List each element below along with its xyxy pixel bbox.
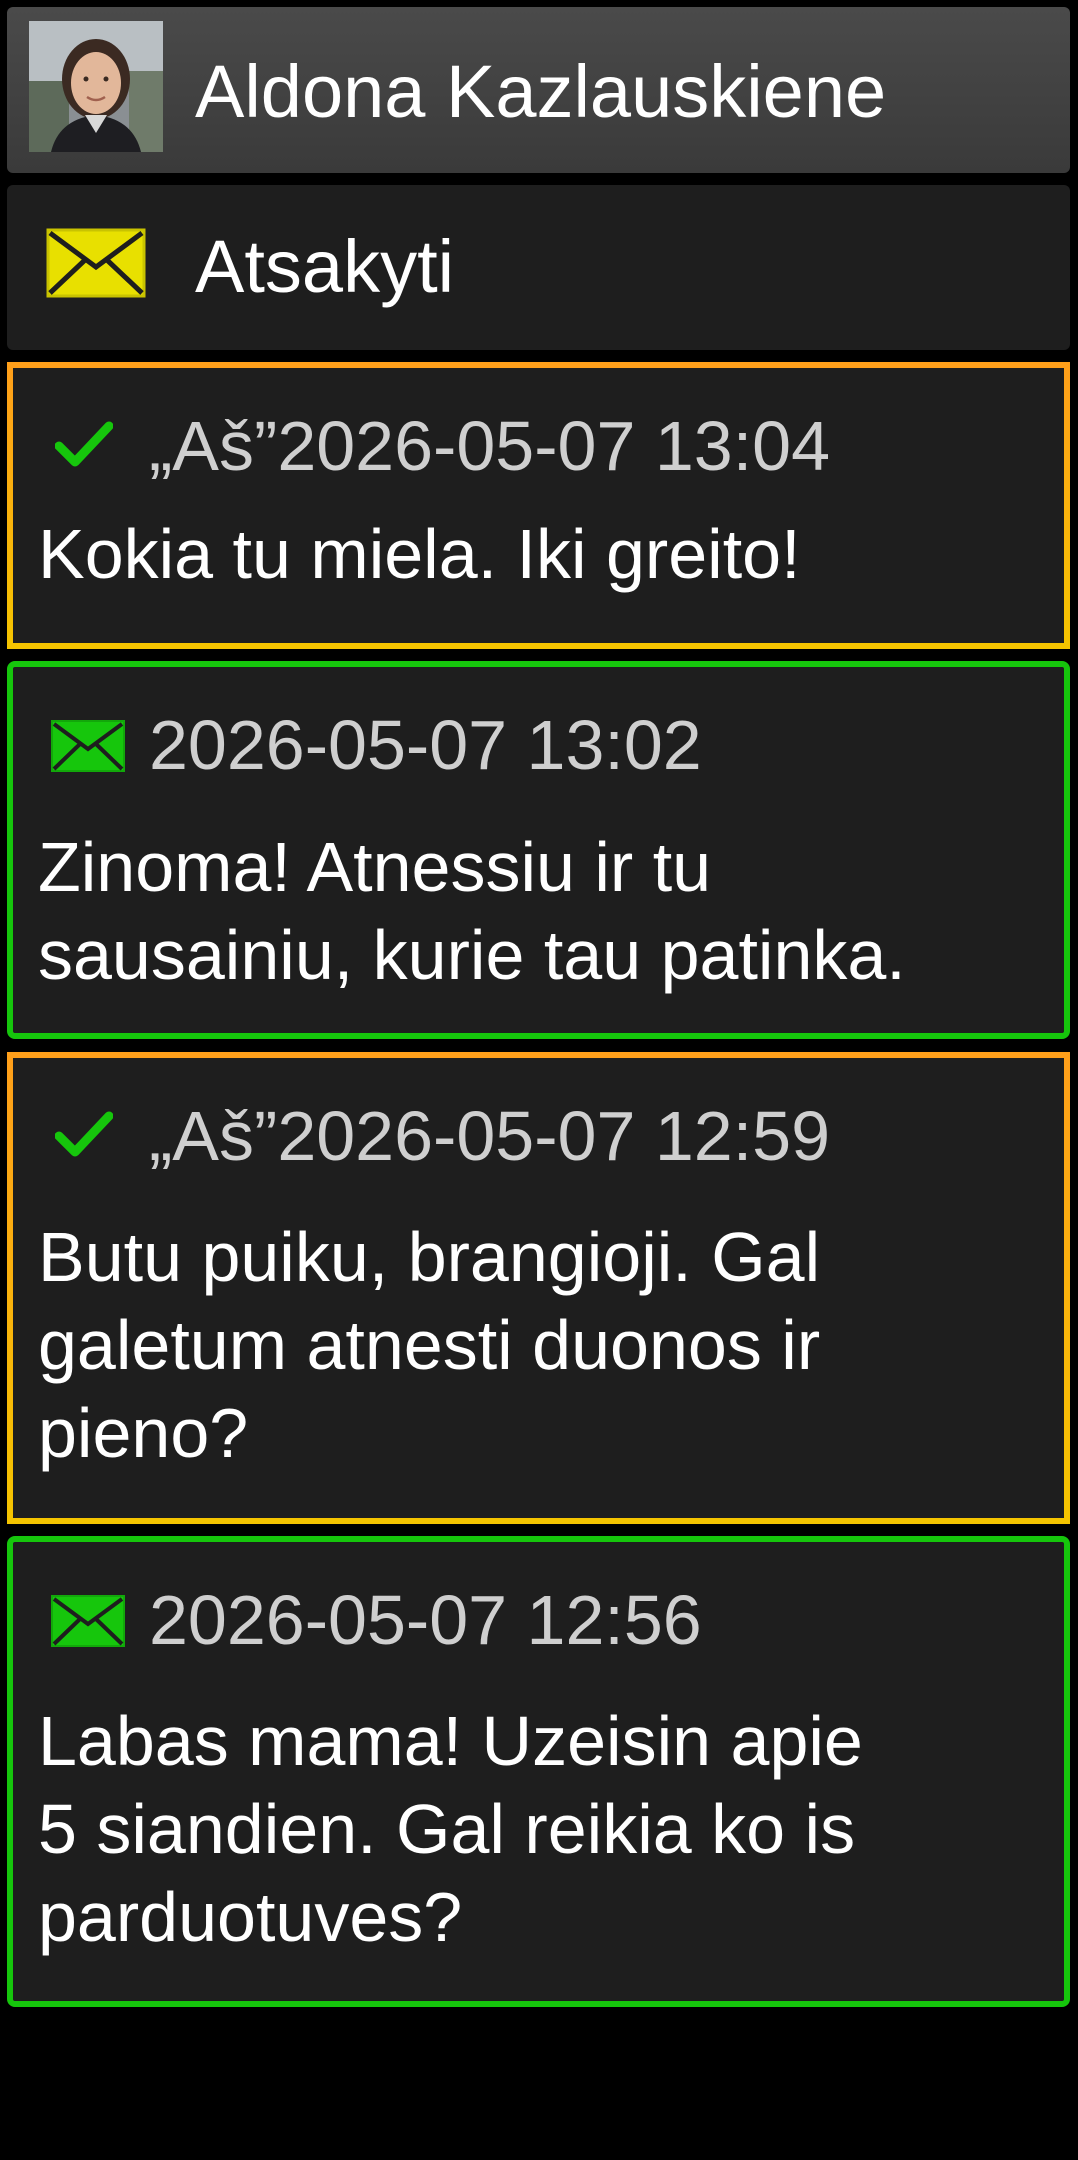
message-timestamp: 2026-05-07 13:02	[149, 706, 702, 784]
message-text: Labas mama! Uzeisin apie 5 siandien. Gal…	[38, 1702, 863, 1956]
message-timestamp: 2026-05-07 12:56	[149, 1581, 702, 1659]
message-item[interactable]: „Aš”2026-05-07 12:59 Butu puiku, brangio…	[7, 1052, 1070, 1524]
contact-header[interactable]: Aldona Kazlauskiene	[7, 7, 1070, 173]
envelope-icon	[51, 720, 125, 772]
message-item[interactable]: 2026-05-07 12:56 Labas mama! Uzeisin api…	[7, 1536, 1070, 2007]
envelope-icon	[46, 228, 146, 298]
message-item[interactable]: „Aš”2026-05-07 13:04 Kokia tu miela. Iki…	[7, 362, 1070, 649]
reply-button[interactable]: Atsakyti	[7, 185, 1070, 350]
message-text: Zinoma! Atnessiu ir tu sausainiu, kurie …	[38, 828, 906, 994]
person-photo-icon	[29, 21, 163, 152]
message-meta: 2026-05-07 13:02	[149, 702, 702, 788]
message-meta: 2026-05-07 12:56	[149, 1577, 702, 1663]
message-header: „Aš”2026-05-07 12:59	[13, 1058, 1064, 1198]
contact-name: Aldona Kazlauskiene	[195, 50, 887, 133]
checkmark-icon	[55, 1111, 113, 1157]
message-text: Butu puiku, brangioji. Gal galetum atnes…	[38, 1218, 821, 1472]
message-timestamp: 2026-05-07 12:59	[277, 1097, 830, 1175]
avatar[interactable]	[29, 21, 163, 152]
message-timestamp: 2026-05-07 13:04	[277, 407, 830, 485]
reply-label: Atsakyti	[195, 225, 455, 308]
message-meta: „Aš”2026-05-07 12:59	[149, 1093, 830, 1179]
message-header: „Aš”2026-05-07 13:04	[13, 368, 1064, 508]
message-text: Kokia tu miela. Iki greito!	[38, 515, 801, 593]
message-item[interactable]: 2026-05-07 13:02 Zinoma! Atnessiu ir tu …	[7, 661, 1070, 1039]
checkmark-icon	[55, 421, 113, 467]
sender-label: „Aš”	[149, 1097, 278, 1175]
sender-label: „Aš”	[149, 407, 278, 485]
message-header: 2026-05-07 13:02	[13, 667, 1064, 807]
message-meta: „Aš”2026-05-07 13:04	[149, 403, 830, 489]
envelope-icon	[51, 1595, 125, 1647]
message-header: 2026-05-07 12:56	[13, 1542, 1064, 1682]
